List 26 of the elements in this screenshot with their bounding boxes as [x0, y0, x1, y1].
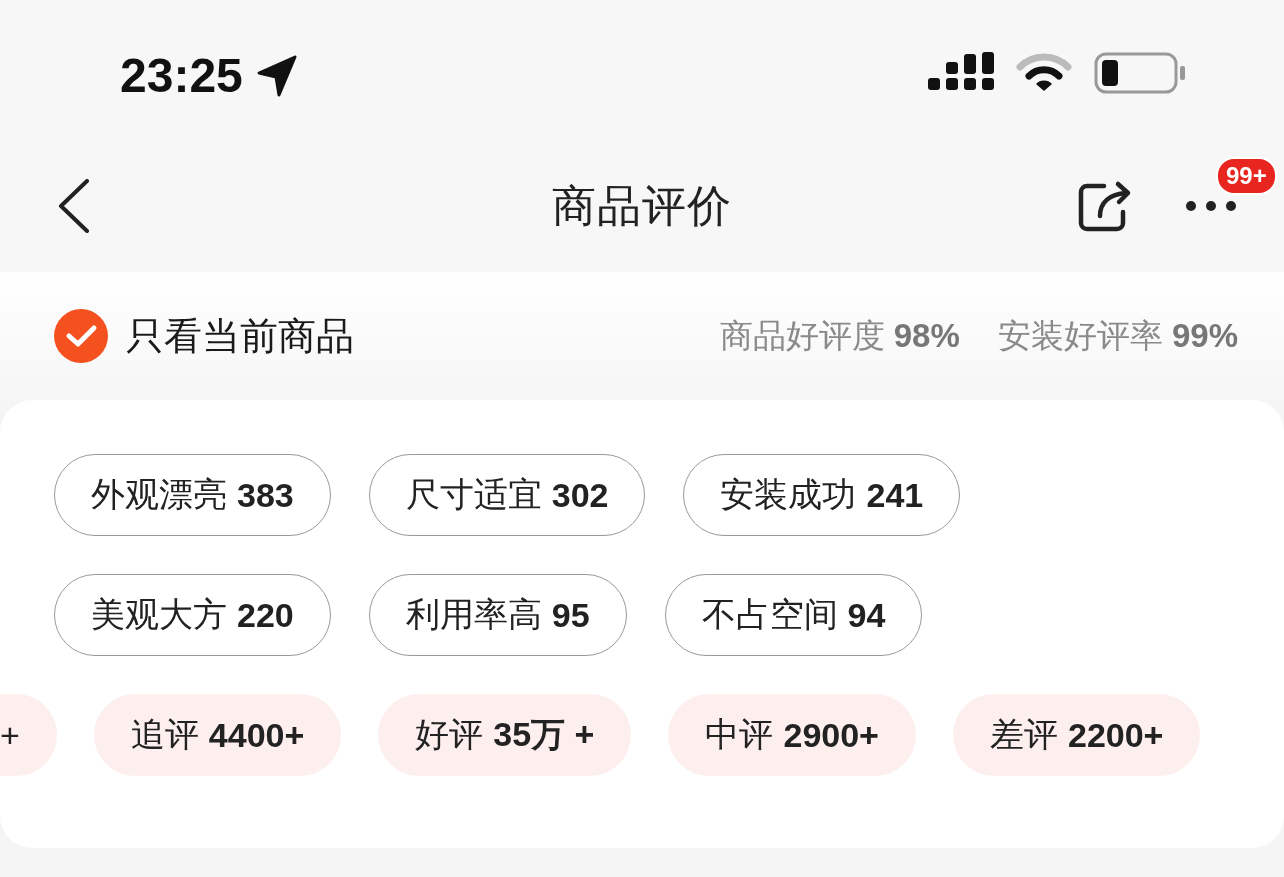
review-tag[interactable]: 美观大方 220 [54, 574, 331, 656]
battery-icon [1094, 52, 1186, 94]
more-button[interactable] [1186, 201, 1236, 211]
location-arrow-icon [256, 55, 297, 97]
review-tag[interactable]: 尺寸适宜 302 [368, 454, 646, 536]
share-icon [1078, 180, 1132, 232]
only-current-toggle[interactable]: 只看当前商品 [54, 309, 354, 363]
back-icon [58, 179, 90, 233]
rating-stat: 安装好评率 99% [997, 315, 1238, 356]
review-tag[interactable]: 外观漂亮 383 [54, 454, 331, 536]
share-button[interactable] [1078, 180, 1132, 232]
review-filter[interactable]: 追评 4400+ [93, 694, 342, 776]
review-filter[interactable]: 好评 35万 + [378, 694, 632, 776]
page-title: 商品评价 [552, 179, 732, 232]
status-time: 23:25 [120, 52, 243, 100]
review-filter[interactable]: 差评 2200+ [953, 694, 1201, 776]
back-button[interactable] [58, 179, 90, 233]
rating-stat: 商品好评度 98% [719, 315, 960, 356]
review-tag[interactable]: 不占空间 94 [664, 574, 923, 656]
wifi-icon [1016, 53, 1072, 93]
notification-badge: 99+ [1216, 157, 1277, 195]
review-filter[interactable]: + [0, 694, 57, 776]
review-tag[interactable]: 利用率高 95 [368, 574, 627, 656]
review-tag[interactable]: 安装成功 241 [683, 454, 961, 536]
more-icon [1186, 201, 1236, 211]
review-filter[interactable]: 中评 2900+ [668, 694, 916, 776]
